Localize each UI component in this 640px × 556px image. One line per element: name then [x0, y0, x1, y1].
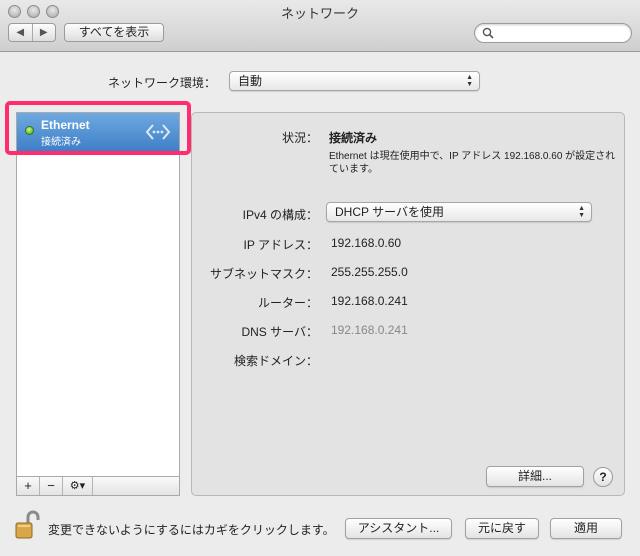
- window-title: ネットワーク: [280, 6, 359, 21]
- ip-address-value: 192.168.0.60: [331, 236, 402, 250]
- search-icon: [482, 27, 494, 39]
- back-forward-buttons: ◀ ▶: [8, 23, 56, 42]
- ip-address-label: IP アドレス：: [243, 238, 318, 252]
- remove-service-button[interactable]: −: [40, 477, 63, 495]
- show-all-button[interactable]: すべてを表示: [64, 23, 164, 42]
- location-popup[interactable]: 自動 ▲ ▼: [229, 71, 480, 91]
- lock-icon[interactable]: [14, 510, 42, 540]
- advanced-button[interactable]: 詳細...: [486, 466, 584, 487]
- ipv4-config-popup[interactable]: DHCP サーバを使用 ▲ ▼: [326, 202, 592, 222]
- dns-server-label: DNS サーバ：: [241, 325, 318, 339]
- search-input[interactable]: [474, 23, 632, 43]
- action-menu-button[interactable]: ⚙▾: [63, 477, 93, 495]
- forward-button[interactable]: ▶: [31, 24, 56, 41]
- router-value: 192.168.0.241: [331, 294, 408, 308]
- service-list-controls: + − ⚙▾: [16, 476, 180, 496]
- popup-arrows-icon: ▲ ▼: [578, 205, 585, 219]
- lock-message: 変更できないようにするにはカギをクリックします。: [48, 523, 335, 537]
- apply-button[interactable]: 適用: [550, 518, 622, 539]
- add-service-button[interactable]: +: [17, 477, 40, 495]
- dns-server-value: 192.168.0.241: [331, 323, 408, 337]
- search-domains-label: 検索ドメイン：: [233, 354, 318, 368]
- help-button[interactable]: ?: [593, 467, 613, 487]
- location-label: ネットワーク環境：: [108, 76, 217, 90]
- router-label: ルーター：: [257, 296, 318, 310]
- annotation-highlight-box: [5, 101, 191, 155]
- back-button[interactable]: ◀: [9, 24, 32, 41]
- status-description: Ethernet は現在使用中で、IP アドレス 192.168.0.60 が設…: [329, 151, 616, 175]
- revert-button[interactable]: 元に戻す: [465, 518, 539, 539]
- status-label: 状況：: [281, 131, 318, 145]
- status-value: 接続済み: [329, 131, 378, 145]
- popup-arrows-icon: ▲ ▼: [466, 74, 473, 88]
- assistant-button[interactable]: アシスタント...: [345, 518, 452, 539]
- ipv4-value: DHCP サーバを使用: [335, 205, 444, 219]
- location-value: 自動: [238, 74, 263, 88]
- window-toolbar: ネットワーク ◀ ▶ すべてを表示: [0, 0, 640, 52]
- subnet-mask-value: 255.255.255.0: [331, 265, 408, 279]
- subnet-mask-label: サブネットマスク：: [209, 267, 318, 281]
- service-list: Ethernet 接続済み: [16, 112, 180, 477]
- ipv4-label: IPv4 の構成：: [242, 208, 318, 222]
